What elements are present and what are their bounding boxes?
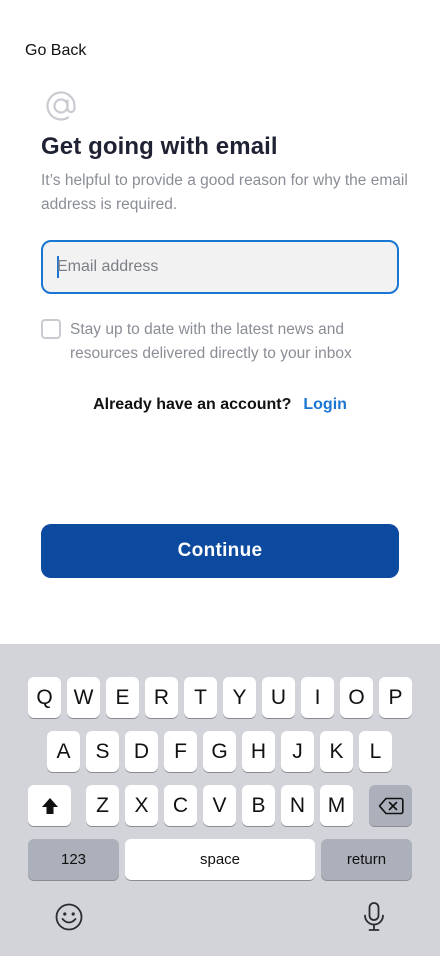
go-back-link[interactable]: Go Back bbox=[25, 42, 86, 60]
key-b[interactable]: B bbox=[242, 785, 275, 826]
page-title: Get going with email bbox=[41, 133, 278, 160]
onscreen-keyboard: Q W E R T Y U I O P A S D F G H J K L Z … bbox=[0, 644, 440, 956]
key-y[interactable]: Y bbox=[223, 677, 256, 718]
key-d[interactable]: D bbox=[125, 731, 158, 772]
key-w[interactable]: W bbox=[67, 677, 100, 718]
shift-icon bbox=[41, 797, 58, 814]
numbers-key[interactable]: 123 bbox=[28, 839, 119, 880]
key-p[interactable]: P bbox=[379, 677, 412, 718]
microphone-icon[interactable] bbox=[362, 901, 386, 933]
key-l[interactable]: L bbox=[359, 731, 392, 772]
key-r[interactable]: R bbox=[145, 677, 178, 718]
key-f[interactable]: F bbox=[164, 731, 197, 772]
key-g[interactable]: G bbox=[203, 731, 236, 772]
continue-button[interactable]: Continue bbox=[41, 524, 399, 578]
key-z[interactable]: Z bbox=[86, 785, 119, 826]
emoji-icon[interactable] bbox=[55, 903, 83, 931]
key-s[interactable]: S bbox=[86, 731, 119, 772]
login-link[interactable]: Login bbox=[303, 396, 347, 413]
key-n[interactable]: N bbox=[281, 785, 314, 826]
at-sign-icon bbox=[46, 91, 76, 121]
key-x[interactable]: X bbox=[125, 785, 158, 826]
login-prompt-text: Already have an account? bbox=[93, 396, 292, 413]
key-h[interactable]: H bbox=[242, 731, 275, 772]
email-input[interactable] bbox=[57, 242, 397, 292]
newsletter-checkbox[interactable] bbox=[41, 319, 61, 339]
return-key[interactable]: return bbox=[321, 839, 412, 880]
shift-key[interactable] bbox=[28, 785, 71, 826]
login-prompt-row: Already have an account? Login bbox=[0, 396, 440, 414]
key-a[interactable]: A bbox=[47, 731, 80, 772]
delete-key[interactable] bbox=[369, 785, 412, 826]
key-q[interactable]: Q bbox=[28, 677, 61, 718]
key-v[interactable]: V bbox=[203, 785, 236, 826]
key-m[interactable]: M bbox=[320, 785, 353, 826]
space-key[interactable]: space bbox=[125, 839, 315, 880]
newsletter-label[interactable]: Stay up to date with the latest news and… bbox=[70, 318, 400, 366]
key-o[interactable]: O bbox=[340, 677, 373, 718]
backspace-icon bbox=[378, 797, 404, 814]
email-field[interactable] bbox=[41, 240, 399, 294]
key-u[interactable]: U bbox=[262, 677, 295, 718]
key-j[interactable]: J bbox=[281, 731, 314, 772]
key-c[interactable]: C bbox=[164, 785, 197, 826]
key-i[interactable]: I bbox=[301, 677, 334, 718]
key-t[interactable]: T bbox=[184, 677, 217, 718]
signup-screen: Go Back Get going with email It’s helpfu… bbox=[0, 0, 440, 956]
page-subtitle: It’s helpful to provide a good reason fo… bbox=[41, 172, 408, 213]
key-k[interactable]: K bbox=[320, 731, 353, 772]
key-e[interactable]: E bbox=[106, 677, 139, 718]
